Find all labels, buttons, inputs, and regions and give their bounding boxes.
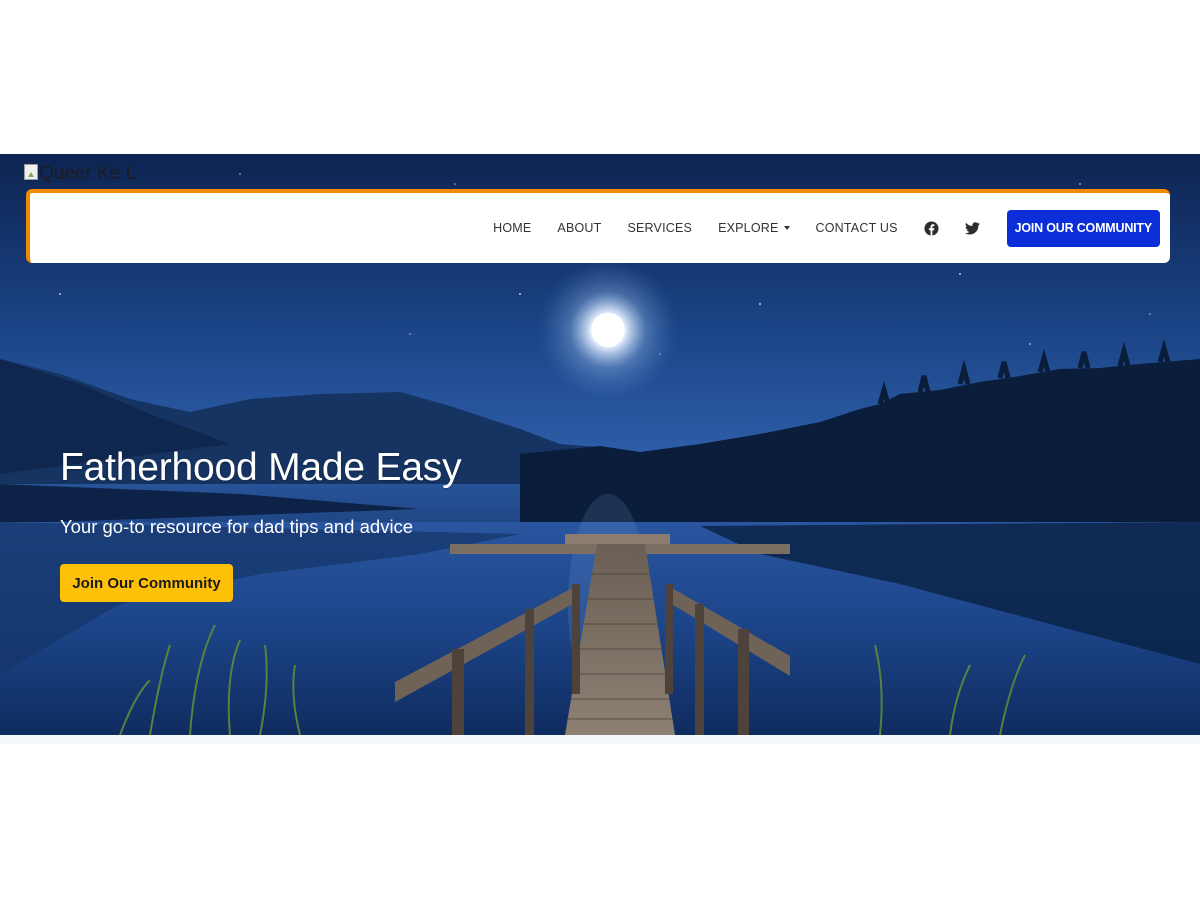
- join-community-nav-button[interactable]: JOIN OUR COMMUNITY: [1006, 209, 1160, 247]
- nav-link-home[interactable]: HOME: [493, 221, 531, 235]
- logo-alt-text: Queer Ke L: [39, 163, 137, 184]
- nav-link-about[interactable]: ABOUT: [557, 221, 601, 235]
- nav-links: HOME ABOUT SERVICES EXPLORE CONTACT US: [493, 221, 898, 235]
- main-navbar: HOME ABOUT SERVICES EXPLORE CONTACT US J…: [26, 189, 1170, 263]
- join-community-hero-button[interactable]: Join Our Community: [60, 564, 233, 602]
- hero-subtitle: Your go-to resource for dad tips and adv…: [60, 516, 414, 537]
- broken-image-icon: [24, 164, 38, 180]
- nav-link-explore-label: EXPLORE: [718, 221, 779, 235]
- nav-link-services[interactable]: SERVICES: [627, 221, 692, 235]
- site-logo[interactable]: Queer Ke L: [24, 163, 136, 189]
- facebook-icon[interactable]: [924, 220, 940, 236]
- section-divider: [0, 735, 1200, 744]
- nav-link-explore[interactable]: EXPLORE: [718, 221, 790, 235]
- caret-down-icon: [783, 226, 790, 230]
- hero-title: Fatherhood Made Easy: [60, 446, 462, 489]
- nav-link-contact[interactable]: CONTACT US: [816, 221, 898, 235]
- twitter-icon[interactable]: [965, 220, 981, 236]
